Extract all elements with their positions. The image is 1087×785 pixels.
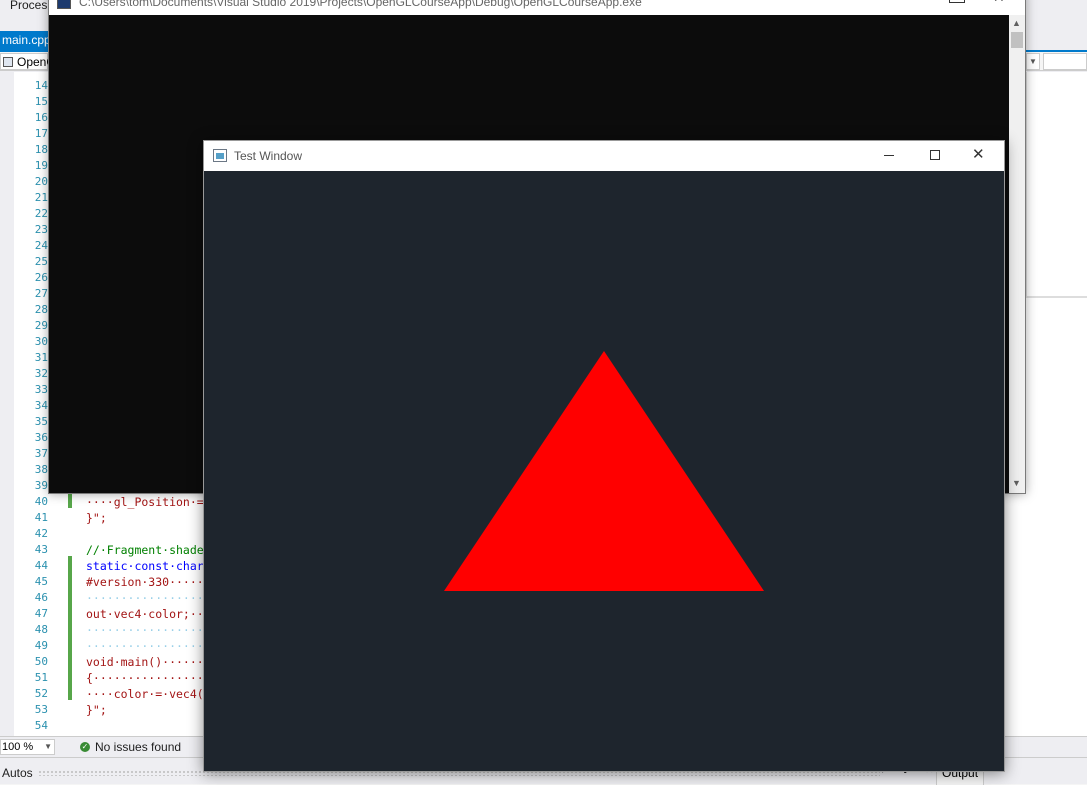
member-dropdown[interactable]: [1043, 53, 1087, 70]
line-number: 18: [34, 143, 48, 156]
project-icon: [3, 57, 13, 67]
zoom-value: 100 %: [2, 741, 34, 753]
issues-indicator[interactable]: ✓ No issues found: [80, 739, 181, 755]
line-number: 44: [34, 559, 48, 572]
line-number: 33: [34, 383, 48, 396]
line-number: 53: [34, 703, 48, 716]
line-number: 37: [34, 447, 48, 460]
scrollbar-thumb[interactable]: [1011, 32, 1023, 48]
test-window-title: Test Window: [234, 149, 303, 163]
line-number: 36: [34, 431, 48, 444]
change-marker: [68, 556, 72, 700]
check-circle-icon: ✓: [80, 742, 90, 752]
line-number: 42: [34, 527, 48, 540]
line-number: 20: [34, 175, 48, 188]
console-title: C:\Users\tom\Documents\Visual Studio 201…: [79, 0, 642, 9]
line-number: 31: [34, 351, 48, 364]
line-number: 21: [34, 191, 48, 204]
line-number: 41: [34, 511, 48, 524]
line-number: 45: [34, 575, 48, 588]
test-window[interactable]: Test Window ✕: [203, 140, 1005, 772]
line-number: 39: [34, 479, 48, 492]
console-app-icon: [57, 0, 71, 9]
line-number: 54: [34, 719, 48, 732]
issues-text: No issues found: [95, 740, 182, 754]
line-number: 51: [34, 671, 48, 684]
line-number: 15: [34, 95, 48, 108]
line-number: 28: [34, 303, 48, 316]
line-number: 30: [34, 335, 48, 348]
scroll-up-icon[interactable]: ▲: [1012, 18, 1021, 28]
indicator-margin: [0, 72, 14, 736]
line-number: 46: [34, 591, 48, 604]
code-line[interactable]: }";: [86, 510, 107, 526]
console-titlebar[interactable]: C:\Users\tom\Documents\Visual Studio 201…: [49, 0, 1025, 15]
code-line[interactable]: ·················: [86, 638, 204, 654]
close-icon[interactable]: ✕: [972, 146, 985, 164]
line-number: 40: [34, 495, 48, 508]
line-number: 29: [34, 319, 48, 332]
close-icon[interactable]: ✕: [993, 0, 1005, 6]
line-number: 19: [34, 159, 48, 172]
code-line[interactable]: }";: [86, 702, 107, 718]
autos-panel-title: Autos: [2, 766, 33, 780]
line-number: 34: [34, 399, 48, 412]
code-line[interactable]: static·const·char: [86, 558, 204, 574]
line-number: 16: [34, 111, 48, 124]
code-line[interactable]: ·················: [86, 590, 204, 606]
chevron-down-icon[interactable]: ▼: [1026, 53, 1040, 70]
chevron-down-icon: ▼: [44, 742, 52, 751]
code-line[interactable]: void·main()······: [86, 654, 204, 670]
change-marker: [68, 492, 72, 508]
test-window-titlebar[interactable]: Test Window ✕: [204, 141, 1004, 171]
minimize-icon[interactable]: [884, 155, 894, 156]
line-number: 14: [34, 79, 48, 92]
project-dropdown[interactable]: OpenG: [0, 53, 56, 70]
code-line[interactable]: #version·330·····: [86, 574, 204, 590]
line-number: 24: [34, 239, 48, 252]
window-app-icon: [213, 149, 227, 162]
line-number: 27: [34, 287, 48, 300]
scroll-down-icon[interactable]: ▼: [1012, 478, 1021, 488]
line-number: 32: [34, 367, 48, 380]
line-number: 22: [34, 207, 48, 220]
maximize-icon[interactable]: [949, 0, 965, 3]
line-number: 47: [34, 607, 48, 620]
code-line[interactable]: ····gl_Position·=: [86, 494, 204, 510]
line-number: 52: [34, 687, 48, 700]
line-number: 50: [34, 655, 48, 668]
opengl-canvas[interactable]: [204, 171, 1004, 771]
console-scrollbar[interactable]: ▲ ▼: [1009, 15, 1025, 493]
line-number: 25: [34, 255, 48, 268]
tab-main-cpp[interactable]: main.cpp: [0, 31, 51, 50]
line-number: 49: [34, 639, 48, 652]
code-line[interactable]: ·················: [86, 622, 204, 638]
line-number: 43: [34, 543, 48, 556]
line-number: 35: [34, 415, 48, 428]
code-line[interactable]: {················: [86, 670, 204, 686]
line-number: 38: [34, 463, 48, 476]
zoom-dropdown[interactable]: 100 % ▼: [0, 739, 55, 755]
code-line[interactable]: ····color·=·vec4(: [86, 686, 204, 702]
line-number: 48: [34, 623, 48, 636]
right-panel: [1026, 72, 1087, 296]
panel-splitter[interactable]: [1026, 296, 1087, 298]
red-triangle: [444, 351, 764, 591]
maximize-icon[interactable]: [930, 150, 940, 160]
code-line[interactable]: out·vec4·color;··: [86, 606, 204, 622]
code-line[interactable]: //·Fragment·shade: [86, 542, 204, 558]
line-number: 17: [34, 127, 48, 140]
line-number: 26: [34, 271, 48, 284]
line-number: 23: [34, 223, 48, 236]
